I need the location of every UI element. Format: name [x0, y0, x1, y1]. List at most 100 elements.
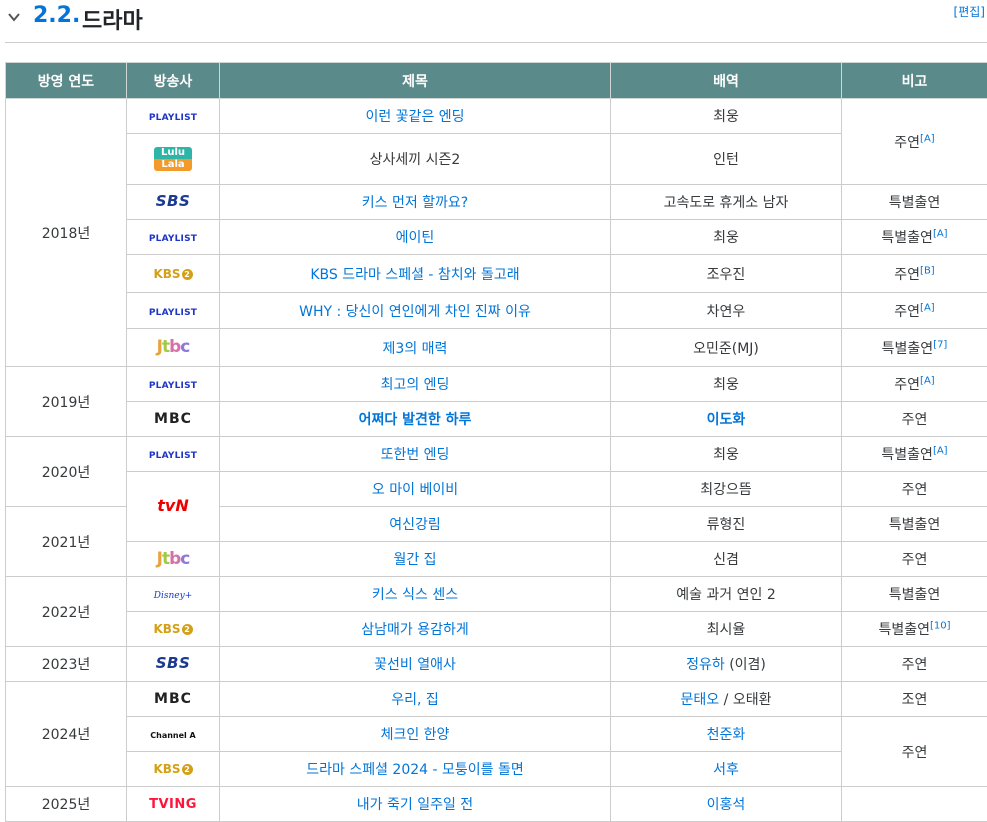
- disney-plus-logo[interactable]: Disney+: [154, 592, 192, 601]
- title-cell[interactable]: 꽃선비 열애사: [220, 647, 611, 682]
- broadcaster-cell[interactable]: SBS: [127, 647, 220, 682]
- broadcaster-cell[interactable]: SBS: [127, 185, 220, 220]
- role-link[interactable]: 이도화: [707, 412, 746, 428]
- role-link[interactable]: 문태오: [681, 692, 720, 708]
- playlist-logo[interactable]: PLAYLIST: [149, 309, 197, 318]
- playlist-logo[interactable]: PLAYLIST: [149, 235, 197, 244]
- title-cell[interactable]: 에이틴: [220, 220, 611, 255]
- title-link[interactable]: 이런 꽃같은 엔딩: [365, 109, 464, 125]
- role-link[interactable]: 이홍석: [707, 797, 746, 813]
- jtbc-logo[interactable]: Jtbc: [157, 551, 190, 568]
- role-link[interactable]: 서후: [713, 762, 739, 778]
- title-link[interactable]: 키스 먼저 할까요?: [362, 195, 469, 211]
- broadcaster-cell[interactable]: MBC: [127, 402, 220, 437]
- role-cell[interactable]: 문태오 / 오태환: [611, 682, 842, 717]
- chevron-down-icon[interactable]: [7, 10, 21, 24]
- broadcaster-cell[interactable]: TVING: [127, 787, 220, 822]
- broadcaster-cell[interactable]: Jtbc: [127, 542, 220, 577]
- role-cell[interactable]: 정유하 (이겸): [611, 647, 842, 682]
- broadcaster-cell[interactable]: MBC: [127, 682, 220, 717]
- broadcaster-cell[interactable]: PLAYLIST: [127, 99, 220, 134]
- title-link[interactable]: 여신강림: [389, 517, 441, 533]
- broadcaster-cell[interactable]: PLAYLIST: [127, 437, 220, 472]
- mbc-logo[interactable]: MBC: [154, 412, 192, 426]
- footnote-link[interactable]: [A]: [920, 375, 935, 386]
- title-cell[interactable]: 오 마이 베이비: [220, 472, 611, 507]
- title-link[interactable]: 월간 집: [393, 552, 436, 568]
- footnote-link[interactable]: [7]: [933, 339, 947, 350]
- broadcaster-cell[interactable]: Jtbc: [127, 329, 220, 367]
- title-cell[interactable]: 내가 죽기 일주일 전: [220, 787, 611, 822]
- title-cell[interactable]: 키스 식스 센스: [220, 577, 611, 612]
- title-cell[interactable]: 월간 집: [220, 542, 611, 577]
- title-cell[interactable]: 이런 꽃같은 엔딩: [220, 99, 611, 134]
- title-cell[interactable]: 드라마 스페셜 2024 - 모퉁이를 돌면: [220, 752, 611, 787]
- kbs2-logo[interactable]: KBS2: [153, 623, 192, 635]
- role-cell[interactable]: 이도화: [611, 402, 842, 437]
- title-cell[interactable]: KBS 드라마 스페셜 - 참치와 돌고래: [220, 255, 611, 293]
- title-link[interactable]: 어쩌다 발견한 하루: [359, 412, 472, 428]
- title-cell[interactable]: 체크인 한양: [220, 717, 611, 752]
- role-cell[interactable]: 이홍석: [611, 787, 842, 822]
- title-link[interactable]: 키스 식스 센스: [372, 587, 458, 603]
- title-link[interactable]: 드라마 스페셜 2024 - 모퉁이를 돌면: [306, 762, 524, 778]
- title-link[interactable]: 오 마이 베이비: [372, 482, 458, 498]
- footnote-link[interactable]: [B]: [920, 265, 935, 276]
- role-cell[interactable]: 서후: [611, 752, 842, 787]
- tvn-logo[interactable]: tvN: [157, 498, 188, 514]
- mbc-logo[interactable]: MBC: [154, 692, 192, 706]
- sbs-logo[interactable]: SBS: [156, 656, 191, 671]
- broadcaster-cell[interactable]: PLAYLIST: [127, 220, 220, 255]
- footnote-link[interactable]: [A]: [920, 302, 935, 313]
- broadcaster-cell[interactable]: PLAYLIST: [127, 367, 220, 402]
- title-cell[interactable]: WHY : 당신이 연인에게 차인 진짜 이유: [220, 293, 611, 329]
- title-link[interactable]: WHY : 당신이 연인에게 차인 진짜 이유: [299, 304, 531, 320]
- title-link[interactable]: 최고의 엔딩: [381, 377, 450, 393]
- lulu-lala-logo[interactable]: LuluLala: [154, 147, 192, 171]
- title-cell[interactable]: 여신강림: [220, 507, 611, 542]
- title-link[interactable]: 삼남매가 용감하게: [361, 622, 469, 638]
- title-cell[interactable]: 우리, 집: [220, 682, 611, 717]
- title-cell[interactable]: 키스 먼저 할까요?: [220, 185, 611, 220]
- broadcaster-cell[interactable]: LuluLala: [127, 134, 220, 185]
- broadcaster-cell[interactable]: KBS2: [127, 255, 220, 293]
- title-cell[interactable]: 어쩌다 발견한 하루: [220, 402, 611, 437]
- kbs2-logo[interactable]: KBS2: [153, 763, 192, 775]
- broadcaster-cell[interactable]: Disney+: [127, 577, 220, 612]
- title-link[interactable]: 꽃선비 열애사: [374, 657, 456, 673]
- title-link[interactable]: KBS 드라마 스페셜 - 참치와 돌고래: [310, 267, 519, 283]
- title-cell[interactable]: 최고의 엔딩: [220, 367, 611, 402]
- footnote-link[interactable]: [A]: [933, 445, 948, 456]
- broadcaster-cell[interactable]: tvN: [127, 472, 220, 542]
- footnote-link[interactable]: [10]: [930, 620, 951, 631]
- section-number[interactable]: 2.2.: [33, 3, 80, 28]
- role-link[interactable]: 천준화: [707, 727, 746, 743]
- table-row: 2020년 PLAYLIST 또한번 엔딩 최웅 특별출연[A]: [6, 437, 987, 472]
- title-cell[interactable]: 또한번 엔딩: [220, 437, 611, 472]
- footnote-link[interactable]: [A]: [920, 133, 935, 144]
- role-cell[interactable]: 천준화: [611, 717, 842, 752]
- edit-link[interactable]: [편집]: [954, 3, 985, 20]
- broadcaster-cell[interactable]: Channel A: [127, 717, 220, 752]
- channel-a-logo[interactable]: Channel A: [150, 732, 196, 740]
- title-cell[interactable]: 제3의 매력: [220, 329, 611, 367]
- title-cell[interactable]: 삼남매가 용감하게: [220, 612, 611, 647]
- broadcaster-cell[interactable]: PLAYLIST: [127, 293, 220, 329]
- broadcaster-cell[interactable]: KBS2: [127, 612, 220, 647]
- title-link[interactable]: 내가 죽기 일주일 전: [357, 797, 473, 813]
- title-link[interactable]: 체크인 한양: [381, 727, 450, 743]
- playlist-logo[interactable]: PLAYLIST: [149, 114, 197, 123]
- footnote-link[interactable]: [A]: [933, 228, 948, 239]
- playlist-logo[interactable]: PLAYLIST: [149, 452, 197, 461]
- playlist-logo[interactable]: PLAYLIST: [149, 382, 197, 391]
- kbs2-logo[interactable]: KBS2: [153, 268, 192, 280]
- broadcaster-cell[interactable]: KBS2: [127, 752, 220, 787]
- title-link[interactable]: 에이틴: [396, 230, 435, 246]
- jtbc-logo[interactable]: Jtbc: [157, 339, 190, 356]
- role-link[interactable]: 정유하: [686, 657, 725, 673]
- title-link[interactable]: 또한번 엔딩: [381, 447, 450, 463]
- tving-logo[interactable]: TVING: [149, 798, 197, 811]
- title-link[interactable]: 우리, 집: [391, 692, 439, 708]
- sbs-logo[interactable]: SBS: [156, 194, 191, 209]
- title-link[interactable]: 제3의 매력: [383, 341, 448, 357]
